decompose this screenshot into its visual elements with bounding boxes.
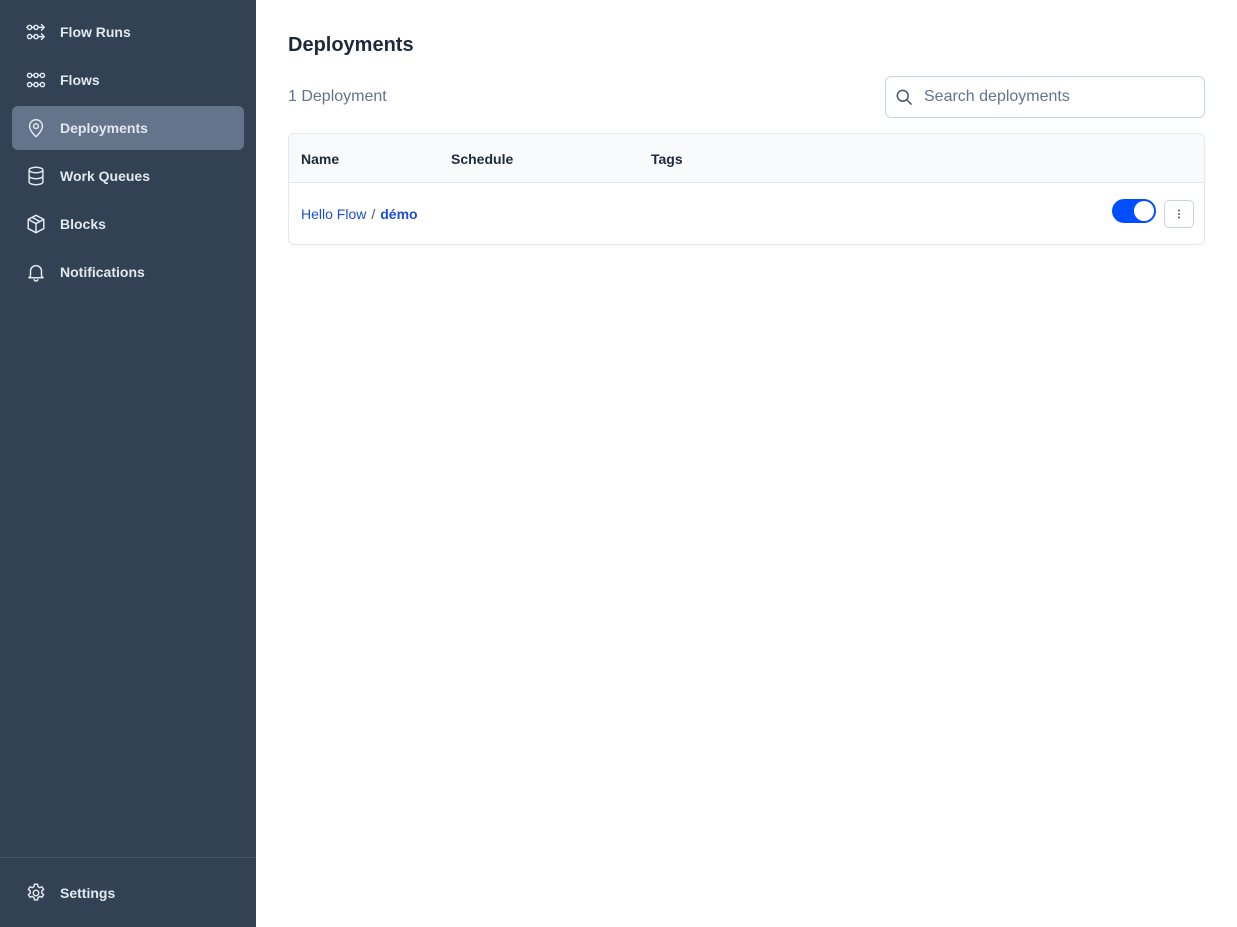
bell-icon	[24, 260, 48, 284]
schedule-active-toggle[interactable]	[1112, 199, 1156, 223]
toggle-knob	[1134, 201, 1154, 221]
column-header-name: Name	[301, 151, 340, 167]
database-icon	[24, 164, 48, 188]
sidebar-item-flows[interactable]: Flows	[12, 58, 244, 102]
sidebar-item-settings[interactable]: Settings	[12, 871, 244, 915]
gear-icon	[24, 881, 48, 905]
search-box[interactable]	[885, 76, 1205, 118]
deployment-link[interactable]: démo	[380, 206, 417, 222]
table-header: Name Schedule Tags	[289, 134, 1204, 183]
sidebar-item-blocks[interactable]: Blocks	[12, 202, 244, 246]
flow-runs-icon	[24, 20, 48, 44]
deployment-count: 1 Deployment	[288, 88, 387, 105]
sidebar-item-label: Settings	[60, 885, 116, 901]
sidebar-item-work-queues[interactable]: Work Queues	[12, 154, 244, 198]
deployments-table: Name Schedule Tags Hello Flow / démo	[288, 133, 1205, 245]
column-header-schedule: Schedule	[451, 151, 514, 167]
sidebar-divider	[0, 857, 256, 858]
flows-icon	[24, 68, 48, 92]
sidebar-item-label: Notifications	[60, 264, 145, 280]
more-vertical-icon	[1178, 209, 1180, 219]
sidebar-item-label: Deployments	[60, 120, 148, 136]
search-input[interactable]	[924, 88, 1194, 106]
page-title: Deployments	[288, 34, 414, 56]
sidebar: Flow Runs Flows Deployments Work Queues …	[0, 0, 256, 927]
column-header-tags: Tags	[651, 151, 683, 167]
sidebar-item-label: Flows	[60, 72, 100, 88]
search-icon	[896, 89, 912, 105]
name-separator: /	[371, 206, 376, 222]
sidebar-item-notifications[interactable]: Notifications	[12, 250, 244, 294]
sidebar-item-label: Work Queues	[60, 168, 150, 184]
sidebar-item-label: Blocks	[60, 216, 106, 232]
map-pin-icon	[24, 116, 48, 140]
sidebar-footer: Settings	[12, 871, 244, 919]
row-menu-button[interactable]	[1164, 200, 1194, 228]
sidebar-nav: Flow Runs Flows Deployments Work Queues …	[12, 10, 244, 298]
sidebar-item-label: Flow Runs	[60, 24, 131, 40]
cube-icon	[24, 212, 48, 236]
deployment-name-cell: Hello Flow / démo	[301, 206, 418, 222]
flow-link[interactable]: Hello Flow	[301, 206, 366, 222]
sidebar-item-deployments[interactable]: Deployments	[12, 106, 244, 150]
table-row: Hello Flow / démo	[289, 183, 1204, 244]
sidebar-item-flow-runs[interactable]: Flow Runs	[12, 10, 244, 54]
